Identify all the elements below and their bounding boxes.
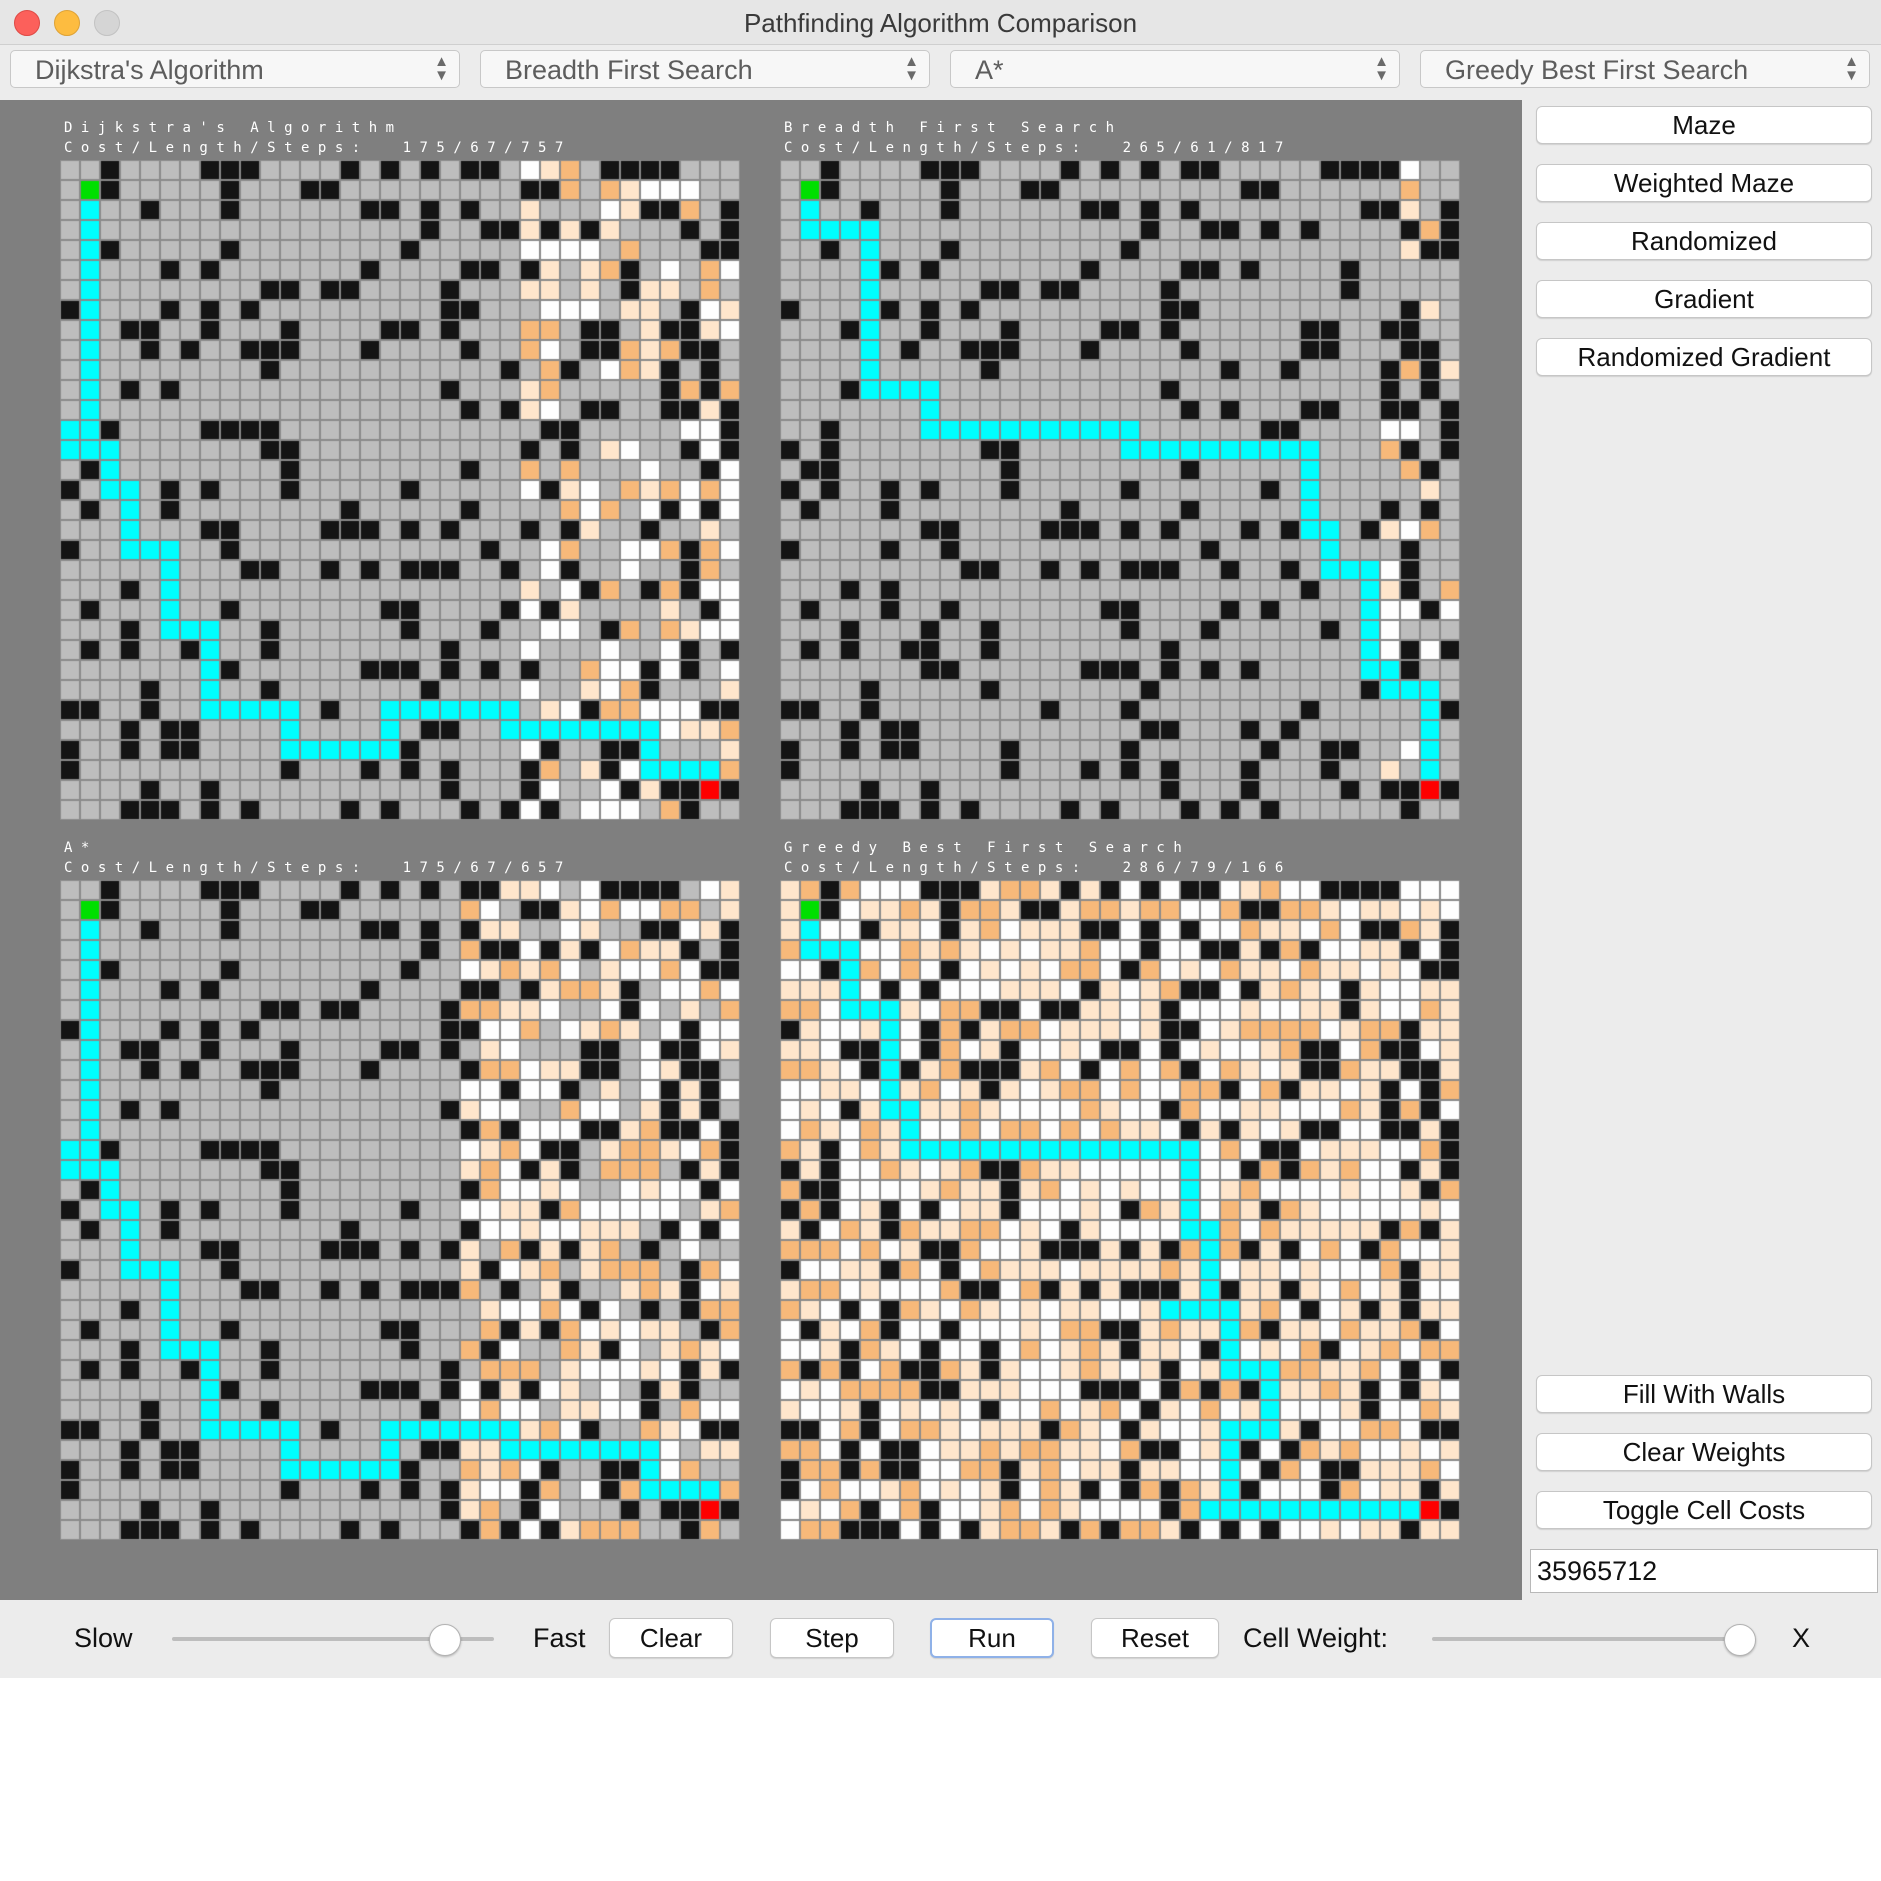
clear-button[interactable]: Clear [609,1618,733,1658]
fill-with-walls-button[interactable]: Fill With Walls [1536,1375,1872,1413]
panel-3-title: A* [64,840,98,856]
panel-3-stats: 175/67/657 [402,860,572,876]
panel-1-stats: 175/67/757 [402,140,572,156]
title-bar: Pathfinding Algorithm Comparison [0,0,1881,45]
speed-slider-thumb[interactable] [428,1624,461,1656]
panel-2-header: Breadth First Search Cost/Length/Steps: … [784,118,1292,158]
panel-4-stats-label: Cost/Length/Steps: [784,860,1089,876]
panel-4-header: Greedy Best First Search Cost/Length/Ste… [784,838,1292,878]
algorithm-select-4-value: Greedy Best First Search [1445,55,1749,85]
chevron-up-down-icon: ▲ ▼ [434,53,449,84]
cell-weight-label: Cell Weight: [1243,1623,1389,1653]
panel-1-title: Dijkstra's Algorithm [64,120,403,136]
algorithm-select-3[interactable]: A* ▲ ▼ [950,50,1400,88]
algorithm-select-2[interactable]: Breadth First Search ▲ ▼ [480,50,930,88]
run-button[interactable]: Run [930,1618,1054,1658]
gradient-button[interactable]: Gradient [1536,280,1872,318]
visualization-canvas[interactable]: Dijkstra's Algorithm Cost/Length/Steps: … [0,100,1522,1600]
panel-2-stats-label: Cost/Length/Steps: [784,140,1089,156]
algorithm-select-4[interactable]: Greedy Best First Search ▲ ▼ [1420,50,1870,88]
chevron-up-down-icon: ▲ ▼ [1844,53,1859,84]
weighted-maze-button[interactable]: Weighted Maze [1536,164,1872,202]
panel-1-header: Dijkstra's Algorithm Cost/Length/Steps: … [64,118,572,158]
bfs-grid[interactable] [780,160,1460,820]
reset-button[interactable]: Reset [1091,1618,1219,1658]
randomized-gradient-button[interactable]: Randomized Gradient [1536,338,1872,376]
cell-weight-x-label: X [1792,1623,1811,1653]
panel-4-title: Greedy Best First Search [784,840,1191,856]
panel-1-stats-label: Cost/Length/Steps: [64,140,369,156]
algorithm-select-2-value: Breadth First Search [505,55,753,85]
window-title: Pathfinding Algorithm Comparison [743,8,1138,38]
panel-4-stats: 286/79/166 [1122,860,1292,876]
chevron-up-down-icon: ▲ ▼ [904,53,919,84]
cell-weight-slider-thumb[interactable] [1724,1624,1756,1656]
seed-input[interactable]: 35965712 [1530,1549,1878,1593]
panel-2-title: Breadth First Search [784,120,1123,136]
panel-2-stats: 265/61/817 [1122,140,1292,156]
panel-3-stats-label: Cost/Length/Steps: [64,860,369,876]
algorithm-select-3-value: A* [975,55,1004,85]
chevron-up-down-icon: ▲ ▼ [1374,53,1389,84]
dijkstra-grid[interactable] [60,160,740,820]
algorithm-select-1-value: Dijkstra's Algorithm [35,55,264,85]
greedy-grid[interactable] [780,880,1460,1540]
toggle-cell-costs-button[interactable]: Toggle Cell Costs [1536,1491,1872,1529]
speed-slow-label: Slow [74,1623,133,1653]
randomized-button[interactable]: Randomized [1536,222,1872,260]
astar-grid[interactable] [60,880,740,1540]
step-button[interactable]: Step [770,1618,894,1658]
app-window: Pathfinding Algorithm Comparison Dijkstr… [0,0,1881,1678]
sidebar: Maze Weighted Maze Randomized Gradient R… [1522,100,1881,1600]
maze-button[interactable]: Maze [1536,106,1872,144]
panel-3-header: A* Cost/Length/Steps: 175/67/657 [64,838,572,878]
algorithm-select-1[interactable]: Dijkstra's Algorithm ▲ ▼ [10,50,460,88]
clear-weights-button[interactable]: Clear Weights [1536,1433,1872,1471]
cell-weight-slider-track[interactable] [1432,1637,1754,1641]
speed-fast-label: Fast [533,1623,586,1653]
